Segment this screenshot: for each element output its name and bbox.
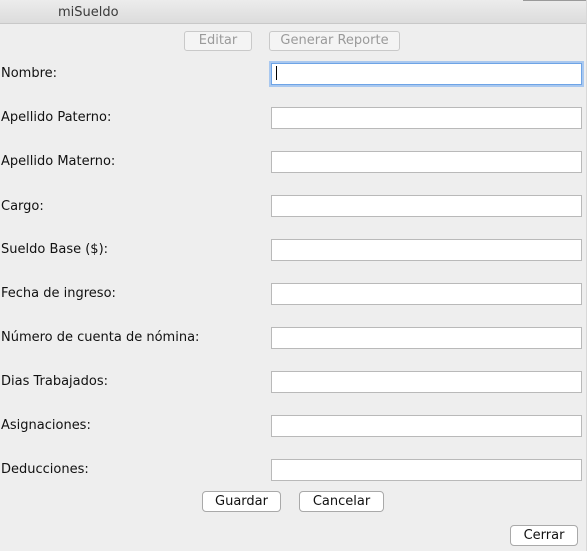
title-bar-edge bbox=[523, 0, 586, 1]
label-apellido-paterno: Apellido Paterno: bbox=[1, 110, 112, 125]
label-numero-cuenta: Número de cuenta de nómina: bbox=[1, 330, 200, 345]
save-button[interactable]: Guardar bbox=[202, 491, 281, 512]
label-cargo: Cargo: bbox=[1, 199, 44, 214]
cancel-button[interactable]: Cancelar bbox=[299, 491, 384, 512]
nombre-input[interactable] bbox=[271, 63, 582, 85]
asignaciones-input[interactable] bbox=[271, 415, 582, 437]
close-button[interactable]: Cerrar bbox=[510, 525, 578, 546]
sueldo-base-input[interactable] bbox=[271, 239, 582, 261]
window-title: miSueldo bbox=[58, 5, 119, 20]
apellido-materno-input[interactable] bbox=[271, 151, 582, 173]
generate-report-button[interactable]: Generar Reporte bbox=[269, 31, 400, 51]
dias-trabajados-input[interactable] bbox=[271, 371, 582, 393]
cargo-input[interactable] bbox=[271, 195, 582, 217]
label-deducciones: Deducciones: bbox=[1, 462, 89, 477]
fecha-ingreso-input[interactable] bbox=[271, 283, 582, 305]
label-apellido-materno: Apellido Materno: bbox=[1, 154, 116, 169]
label-nombre: Nombre: bbox=[1, 66, 58, 81]
deducciones-input[interactable] bbox=[271, 459, 582, 481]
edit-button[interactable]: Editar bbox=[184, 31, 252, 51]
label-dias-trabajados: Dias Trabajados: bbox=[1, 374, 108, 389]
label-sueldo-base: Sueldo Base ($): bbox=[1, 242, 109, 257]
label-asignaciones: Asignaciones: bbox=[1, 418, 91, 433]
app-window: miSueldo Editar Generar Reporte Nombre: … bbox=[0, 0, 587, 551]
label-fecha-ingreso: Fecha de ingreso: bbox=[1, 286, 116, 301]
title-bar[interactable]: miSueldo bbox=[0, 0, 586, 24]
apellido-paterno-input[interactable] bbox=[271, 107, 582, 129]
text-caret bbox=[276, 66, 277, 80]
numero-cuenta-input[interactable] bbox=[271, 327, 582, 349]
